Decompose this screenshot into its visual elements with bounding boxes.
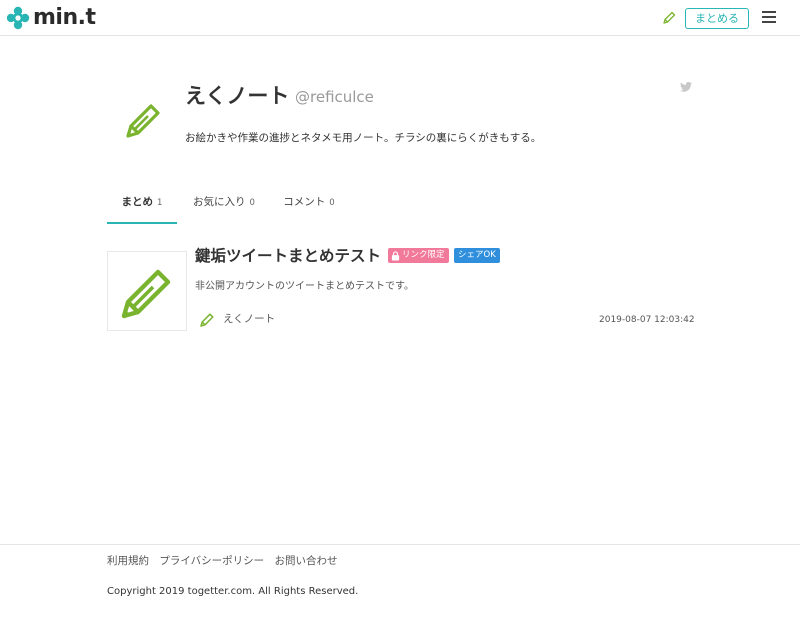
mint-logo-icon [6, 6, 30, 30]
tab-matome[interactable]: まとめ1 [107, 186, 177, 224]
tab-label: お気に入り [193, 196, 246, 208]
item-author-link[interactable]: えくノート [223, 312, 275, 326]
hamburger-menu-icon[interactable] [762, 11, 776, 23]
tab-comments[interactable]: コメント 0 [281, 186, 337, 224]
profile-description: お絵かきや作業の進捗とネタメモ用ノート。チラシの裏にらくがきもする。 [185, 131, 541, 145]
link-only-badge: リンク限定 [388, 248, 449, 263]
tab-count: 1 [157, 198, 162, 208]
item-title-link[interactable]: 鍵垢ツイートまとめテスト [195, 245, 381, 267]
item-description: 非公開アカウントのツイートまとめテストです。 [195, 280, 414, 294]
logo-text: min.t [33, 5, 96, 31]
site-header: min.t まとめる [0, 0, 800, 36]
tab-label: コメント [283, 196, 325, 208]
tab-label: まとめ [122, 196, 154, 208]
matomeru-button[interactable]: まとめる [685, 8, 749, 29]
active-tab-indicator [107, 222, 177, 224]
privacy-policy-link[interactable]: プライバシーポリシー [159, 555, 264, 567]
terms-link[interactable]: 利用規約 [107, 555, 149, 567]
item-thumbnail[interactable] [107, 251, 187, 331]
footer-links: 利用規約 プライバシーポリシー お問い合わせ [107, 554, 344, 568]
site-logo[interactable]: min.t [6, 5, 96, 31]
lock-icon [391, 251, 400, 261]
twitter-icon[interactable] [680, 82, 692, 92]
badge-label: リンク限定 [402, 248, 445, 263]
copyright-text: Copyright 2019 togetter.com. All Rights … [107, 585, 358, 599]
pencil-icon[interactable] [661, 10, 677, 26]
contact-link[interactable]: お問い合わせ [274, 555, 337, 567]
site-footer: 利用規約 プライバシーポリシー お問い合わせ Copyright 2019 to… [0, 544, 800, 625]
profile-name: えくノート [185, 82, 289, 110]
tab-count: 0 [250, 198, 255, 208]
pencil-icon [120, 264, 176, 320]
tab-count: 0 [329, 198, 334, 208]
profile-pencil-icon [124, 100, 164, 140]
share-ok-badge: シェアOK [454, 248, 500, 263]
tab-favorites[interactable]: お気に入り 0 [191, 186, 257, 224]
author-pencil-icon [199, 312, 215, 328]
item-date: 2019-08-07 12:03:42 [599, 314, 695, 327]
profile-handle: @reficulce [295, 86, 374, 108]
